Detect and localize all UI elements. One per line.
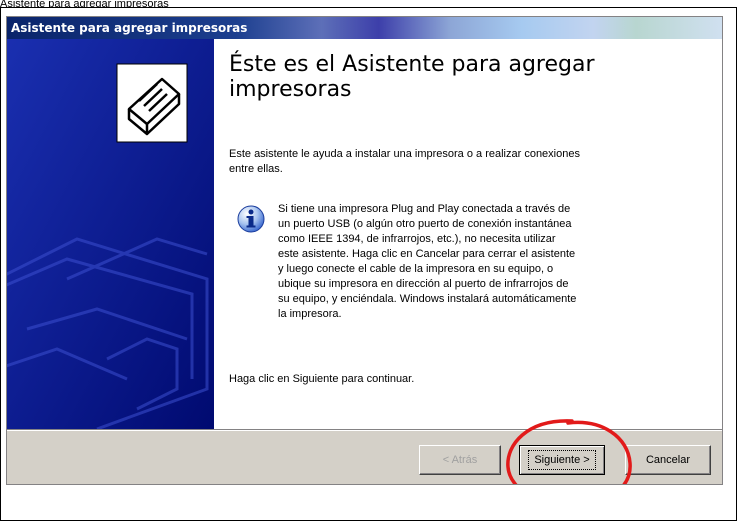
info-icon (237, 205, 265, 233)
wizard-content: Éste es el Asistente para agregar impres… (214, 39, 722, 429)
next-button[interactable]: Siguiente > (519, 445, 605, 475)
add-printer-wizard-window: Asistente para agregar impresoras Éste e… (6, 16, 723, 485)
button-separator (7, 429, 722, 431)
next-button-label: Siguiente > (528, 450, 596, 470)
wizard-side-panel (7, 39, 214, 429)
window-title: Asistente para agregar impresoras (11, 21, 248, 35)
wizard-heading: Éste es el Asistente para agregar impres… (229, 52, 595, 102)
plug-and-play-info-text: Si tiene una impresora Plug and Play con… (278, 203, 577, 320)
cancel-button[interactable]: Cancelar (625, 445, 711, 475)
intro-text: Este asistente le ayuda a instalar una i… (229, 148, 580, 175)
title-bar[interactable]: Asistente para agregar impresoras (7, 17, 722, 39)
side-panel-printer-artwork (7, 39, 214, 429)
screenshot-frame: Asistente para agregar impresoras Éste e… (0, 7, 737, 521)
continue-instruction-text: Haga clic en Siguiente para continuar. (229, 373, 415, 385)
back-button[interactable]: < Atrás (419, 445, 501, 475)
